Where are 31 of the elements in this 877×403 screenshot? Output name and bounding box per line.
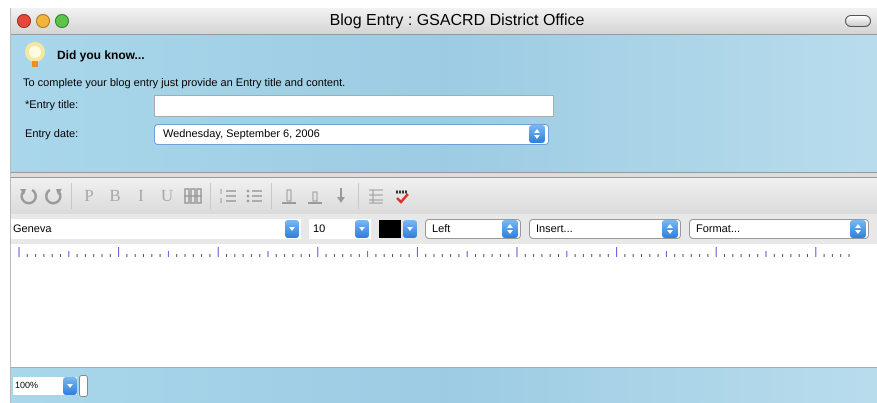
- minimize-button[interactable]: [36, 14, 50, 28]
- window-title: Blog Entry : GSACRD District Office: [328, 11, 586, 31]
- stepper-icon: [850, 220, 866, 238]
- stepper-icon: [502, 220, 518, 238]
- format-select[interactable]: Format...: [689, 219, 869, 239]
- color-select[interactable]: [379, 219, 417, 239]
- align-select[interactable]: Left: [425, 219, 521, 239]
- dropdown-icon: [285, 220, 299, 238]
- zoom-select[interactable]: 100%: [13, 376, 77, 394]
- date-select[interactable]: Wednesday, September 6, 2006: [154, 124, 549, 144]
- dropdown-icon: [63, 376, 77, 394]
- input-field[interactable]: [154, 94, 554, 116]
- zoom-stepper[interactable]: [79, 374, 88, 396]
- zoom-button[interactable]: [55, 14, 69, 28]
- stepper-icon: [529, 125, 545, 143]
- size-select[interactable]: 10: [309, 219, 371, 239]
- lightbulb-icon: [23, 41, 47, 69]
- insert-select[interactable]: Insert...: [529, 219, 681, 239]
- stepper-icon: [662, 220, 678, 238]
- tip-text: To complete your blog entry just provide an Entry title and content.: [23, 76, 346, 91]
- redo-icon: [44, 186, 64, 206]
- field-label: Entry date:: [24, 126, 80, 142]
- numbers-icon: [218, 186, 238, 206]
- toolbar-toggle-button[interactable]: [845, 15, 871, 27]
- undo-icon: [18, 186, 38, 206]
- field-label: *Entry title:: [24, 98, 80, 114]
- dropdown-icon: [403, 220, 417, 238]
- font-select[interactable]: Geneva: [11, 219, 301, 239]
- tip-heading: Did you know...: [57, 47, 145, 64]
- dropdown-icon: [355, 220, 369, 238]
- close-button[interactable]: [17, 14, 31, 28]
